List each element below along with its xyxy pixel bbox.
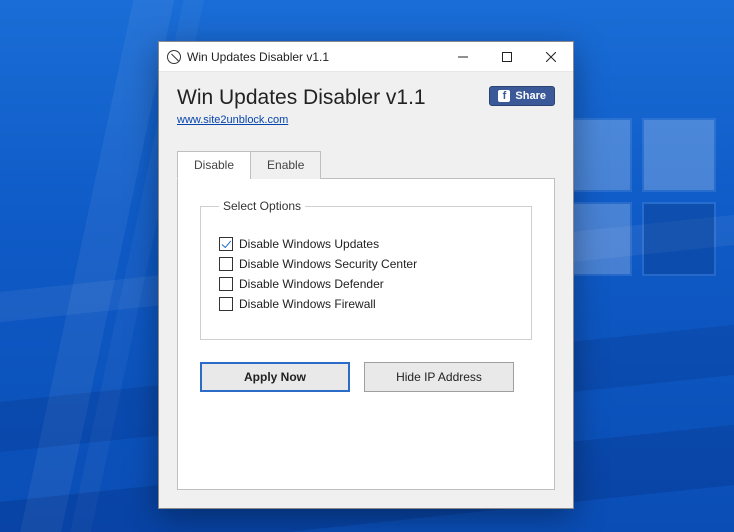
hide-ip-button[interactable]: Hide IP Address: [364, 362, 514, 392]
minimize-button[interactable]: [441, 42, 485, 72]
tab-strip: Disable Enable: [177, 150, 555, 178]
options-group: Select Options Disable Windows Updates Di…: [200, 199, 532, 340]
checkbox[interactable]: [219, 277, 233, 291]
option-row[interactable]: Disable Windows Firewall: [219, 297, 513, 311]
checkbox[interactable]: [219, 297, 233, 311]
option-label: Disable Windows Defender: [239, 277, 384, 291]
titlebar[interactable]: Win Updates Disabler v1.1: [159, 42, 573, 72]
option-row[interactable]: Disable Windows Updates: [219, 237, 513, 251]
site-link[interactable]: www.site2unblock.com: [177, 114, 288, 126]
close-icon: [546, 52, 556, 62]
app-window: Win Updates Disabler v1.1 Win Updates Di…: [158, 41, 574, 509]
window-content: Win Updates Disabler v1.1 www.site2unblo…: [159, 72, 573, 508]
option-row[interactable]: Disable Windows Defender: [219, 277, 513, 291]
tab-enable[interactable]: Enable: [250, 151, 321, 179]
tab-panel-disable: Select Options Disable Windows Updates Di…: [177, 178, 555, 490]
share-label: Share: [515, 90, 546, 102]
option-row[interactable]: Disable Windows Security Center: [219, 257, 513, 271]
minimize-icon: [458, 52, 468, 62]
app-icon: [167, 50, 181, 64]
window-title: Win Updates Disabler v1.1: [187, 50, 329, 64]
share-button[interactable]: f Share: [489, 86, 555, 106]
apply-button[interactable]: Apply Now: [200, 362, 350, 392]
checkbox[interactable]: [219, 237, 233, 251]
desktop-background: Win Updates Disabler v1.1 Win Updates Di…: [0, 0, 734, 532]
app-title: Win Updates Disabler v1.1: [177, 86, 426, 110]
checkbox[interactable]: [219, 257, 233, 271]
windows-logo: [560, 120, 714, 274]
facebook-icon: f: [498, 90, 510, 102]
options-legend: Select Options: [219, 199, 305, 213]
option-label: Disable Windows Updates: [239, 237, 379, 251]
option-label: Disable Windows Security Center: [239, 257, 417, 271]
maximize-button[interactable]: [485, 42, 529, 72]
maximize-icon: [502, 52, 512, 62]
close-button[interactable]: [529, 42, 573, 72]
option-label: Disable Windows Firewall: [239, 297, 376, 311]
tab-disable[interactable]: Disable: [177, 151, 251, 179]
